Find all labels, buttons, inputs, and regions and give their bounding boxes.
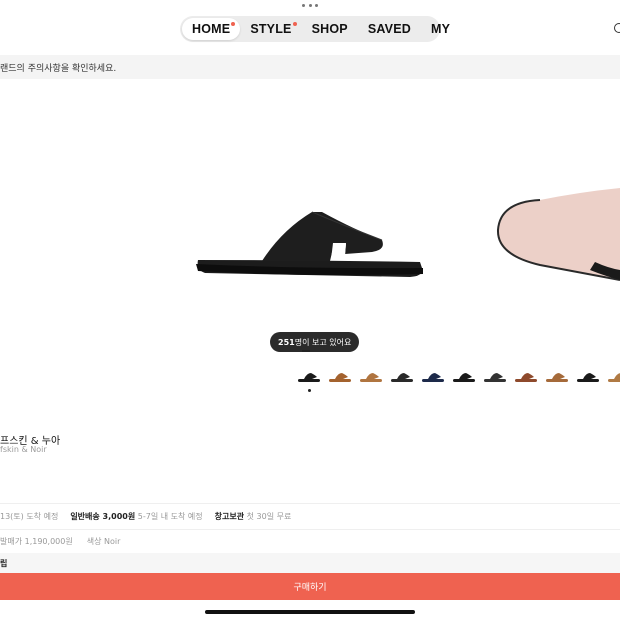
new-badge-dot bbox=[292, 22, 297, 26]
tab-home-label: HOME bbox=[192, 22, 231, 36]
warehouse-storage-label: 창고보관 bbox=[214, 512, 245, 521]
product-name-en: fskin & Noir bbox=[0, 445, 47, 454]
standard-delivery-label: 일반배송 3,000원 bbox=[70, 512, 136, 521]
viewer-count: 251 bbox=[278, 337, 295, 347]
thumbnail-item[interactable] bbox=[606, 366, 620, 388]
divider bbox=[0, 503, 620, 504]
thumbnail-selected-dot bbox=[308, 389, 311, 392]
thumbnail-item[interactable] bbox=[327, 366, 352, 388]
thumbnail-sandal-image bbox=[607, 373, 620, 382]
divider bbox=[0, 529, 620, 530]
notice-text: 랜드의 주의사항을 확인하세요. bbox=[0, 63, 117, 74]
window-handle-dots[interactable] bbox=[302, 4, 318, 8]
product-meta: 발매가 1,190,000원 색상 Noir bbox=[0, 536, 120, 547]
section-header: 립 bbox=[0, 553, 620, 573]
thumbnail-item[interactable] bbox=[358, 366, 383, 388]
warehouse-storage: 창고보관 첫 30일 무료 bbox=[215, 511, 292, 522]
tab-my-label: MY bbox=[430, 22, 451, 36]
standard-delivery: 일반배송 3,000원 5-7일 내 도착 예정 bbox=[70, 511, 202, 522]
thumbnail-sandal-image bbox=[359, 373, 382, 382]
thumbnail-sandal-image bbox=[545, 373, 568, 382]
product-image-gallery[interactable] bbox=[0, 80, 620, 360]
thumbnail-item[interactable] bbox=[420, 366, 445, 388]
thumbnail-sandal-image bbox=[390, 373, 413, 382]
thumbnail-sandal-image bbox=[328, 373, 351, 382]
thumbnail-sandal-image bbox=[421, 373, 444, 382]
tab-shop-label: SHOP bbox=[311, 22, 348, 36]
product-color: 색상 Noir bbox=[86, 537, 121, 546]
warehouse-storage-detail: 첫 30일 무료 bbox=[246, 512, 292, 521]
thumbnail-sandal-image bbox=[452, 373, 475, 382]
delivery-options[interactable]: 13(토) 도착 예정 일반배송 3,000원 5-7일 내 도착 예정 창고보… bbox=[0, 511, 291, 522]
tab-style-label: STYLE bbox=[250, 22, 292, 36]
thumbnail-item[interactable] bbox=[513, 366, 538, 388]
top-tab-bar: HOME STYLE SHOP SAVED MY bbox=[180, 16, 450, 42]
search-icon[interactable] bbox=[614, 23, 620, 33]
thumbnail-sandal-image bbox=[576, 373, 599, 382]
tab-style[interactable]: STYLE bbox=[240, 18, 301, 40]
thumbnail-item[interactable] bbox=[575, 366, 600, 388]
standard-delivery-detail: 5-7일 내 도착 예정 bbox=[137, 512, 203, 521]
thumbnail-strip bbox=[296, 366, 620, 388]
thumbnail-item[interactable] bbox=[296, 366, 321, 388]
express-delivery-text: 13(토) 도착 예정 bbox=[0, 512, 59, 521]
thumbnail-sandal-image bbox=[483, 373, 506, 382]
tab-saved-label: SAVED bbox=[367, 22, 411, 36]
viewer-count-suffix: 명이 보고 있어요 bbox=[294, 337, 352, 347]
thumbnail-sandal-image bbox=[514, 373, 537, 382]
tab-shop[interactable]: SHOP bbox=[302, 18, 358, 40]
tab-saved[interactable]: SAVED bbox=[358, 18, 421, 40]
section-title: 립 bbox=[0, 558, 8, 568]
product-image-sandal bbox=[196, 188, 620, 281]
thumbnail-item[interactable] bbox=[451, 366, 476, 388]
image-page-indicator bbox=[302, 350, 310, 352]
tab-my[interactable]: MY bbox=[421, 18, 460, 40]
thumbnail-item[interactable] bbox=[544, 366, 569, 388]
new-badge-dot bbox=[231, 22, 236, 26]
release-price: 발매가 1,190,000원 bbox=[0, 537, 73, 546]
thumbnail-sandal-image bbox=[297, 373, 320, 382]
buy-button[interactable]: 구매하기 bbox=[0, 573, 620, 600]
thumbnail-item[interactable] bbox=[389, 366, 414, 388]
brand-notice-banner[interactable]: 랜드의 주의사항을 확인하세요. bbox=[0, 55, 620, 79]
tab-home[interactable]: HOME bbox=[182, 18, 241, 40]
viewer-count-badge: 251 명이 보고 있어요 bbox=[270, 332, 360, 352]
thumbnail-item[interactable] bbox=[482, 366, 507, 388]
home-indicator[interactable] bbox=[205, 610, 415, 614]
